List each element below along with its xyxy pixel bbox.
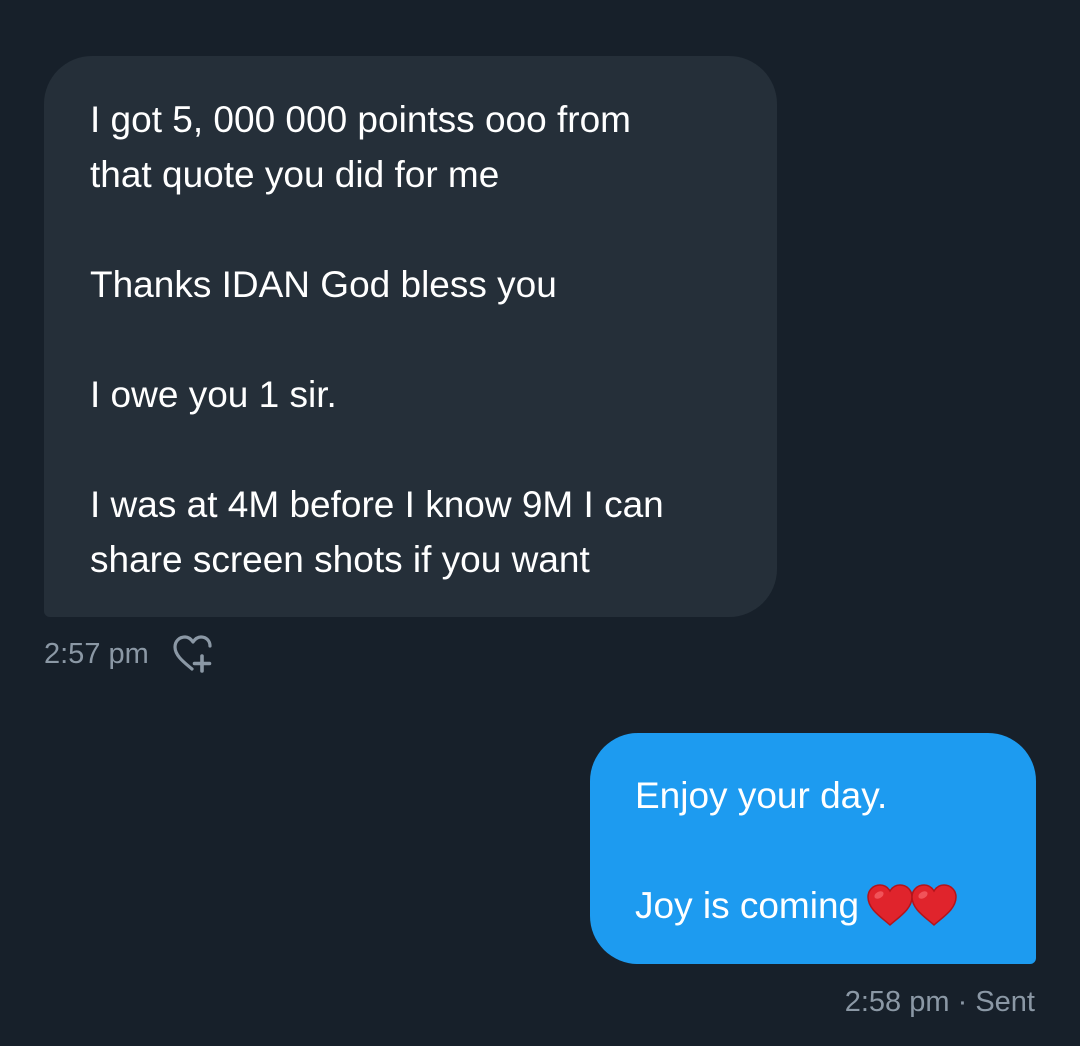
received-message-bubble[interactable]: I got 5, 000 000 pointss ooo from that q… — [44, 56, 777, 617]
message-timestamp: 2:57 pm — [44, 638, 149, 670]
received-message-meta: 2:57 pm — [44, 634, 219, 674]
message-paragraph: Thanks IDAN God bless you — [90, 264, 557, 305]
message-text: Joy is coming — [635, 885, 860, 926]
message-paragraph: I owe you 1 sir. — [90, 374, 337, 415]
message-timestamp: 2:58 pm — [844, 986, 950, 1018]
message-paragraph: Enjoy your day. — [635, 775, 888, 816]
heart-emoji-pair — [865, 883, 957, 927]
message-paragraph: I was at 4M before I know 9M I can share… — [90, 484, 664, 580]
red-heart-emoji-icon — [911, 884, 957, 927]
heart-plus-icon[interactable] — [171, 634, 219, 674]
delivery-status: Sent — [975, 986, 1035, 1018]
sent-message-meta: 2:58 pm · Sent — [845, 984, 1035, 1020]
message-paragraph: I got 5, 000 000 pointss ooo from that q… — [90, 99, 631, 195]
meta-separator: · — [957, 986, 968, 1018]
sent-message-bubble[interactable]: Enjoy your day. Joy is coming — [590, 733, 1036, 964]
red-heart-emoji-icon — [867, 884, 913, 927]
message-paragraph-with-emoji: Joy is coming — [635, 878, 996, 933]
